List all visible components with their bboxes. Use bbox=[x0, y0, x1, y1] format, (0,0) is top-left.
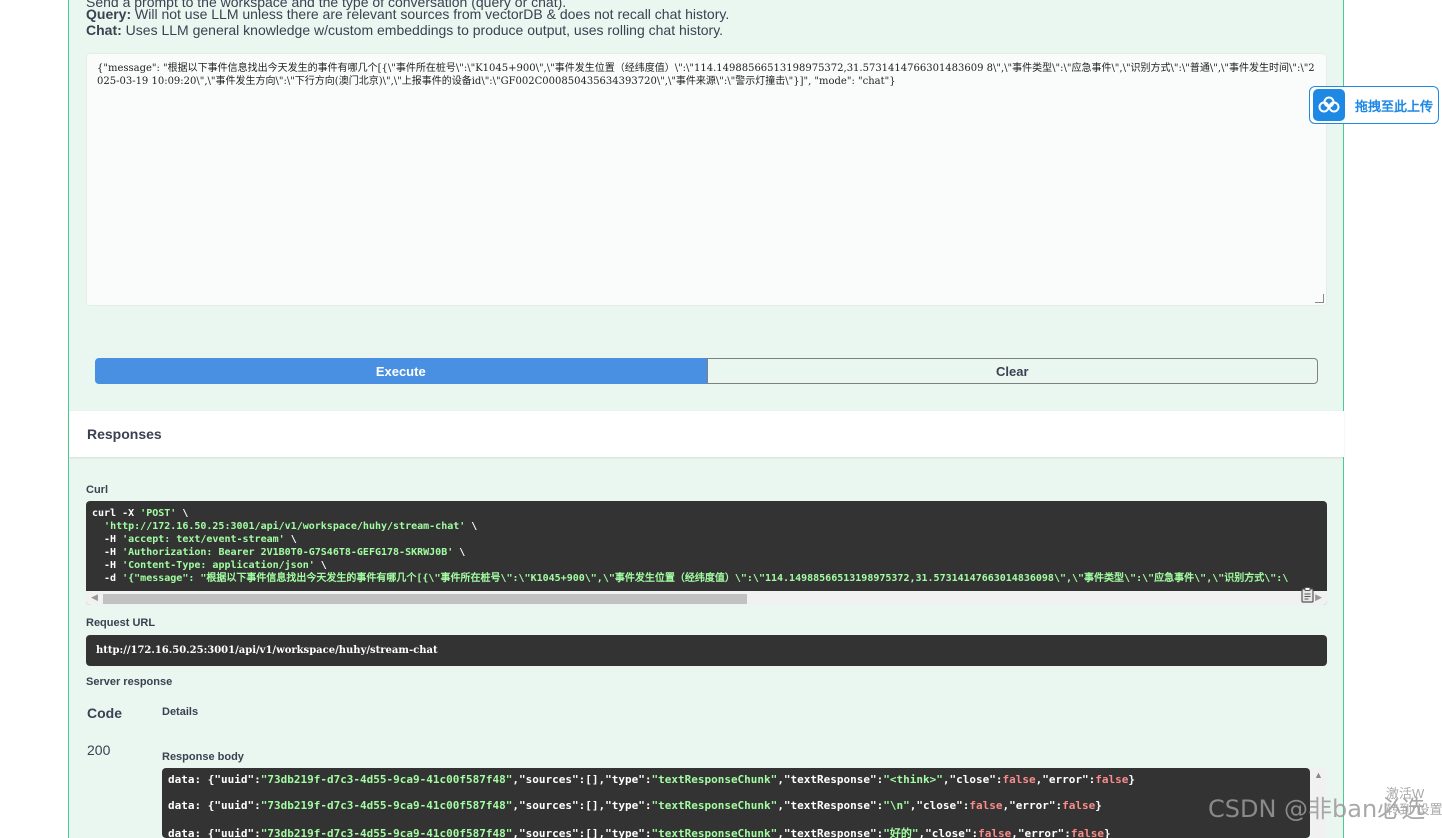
code-column-header: Code bbox=[87, 705, 122, 721]
curl-method: 'POST' bbox=[140, 508, 177, 519]
clear-button[interactable]: Clear bbox=[706, 358, 1318, 384]
chat-text: Uses LLM general knowledge w/custom embe… bbox=[121, 22, 724, 38]
curl-flag-h3: -H bbox=[92, 560, 123, 571]
execute-button[interactable]: Execute bbox=[95, 358, 707, 384]
curl-label: Curl bbox=[86, 484, 108, 496]
scroll-left-icon[interactable]: ◀ bbox=[91, 592, 98, 603]
scrollbar-thumb[interactable] bbox=[103, 594, 747, 604]
scroll-up-icon[interactable]: ▲ bbox=[1314, 770, 1323, 780]
curl-cmd: curl -X bbox=[92, 508, 141, 519]
response-line: data: {"uuid":"73db219f-d7c3-4d55-9ca9-4… bbox=[168, 773, 1135, 786]
curl-flag-h1: -H bbox=[92, 534, 123, 545]
activate-line1: 激活W bbox=[1386, 786, 1425, 801]
description-chat: Chat: Uses LLM general knowledge w/custo… bbox=[86, 22, 723, 38]
response-line: data: {"uuid":"73db219f-d7c3-4d55-9ca9-4… bbox=[168, 799, 1102, 812]
response-status-code: 200 bbox=[87, 742, 111, 758]
resize-handle-icon[interactable] bbox=[1315, 294, 1324, 303]
query-text: Will not use LLM unless there are releva… bbox=[131, 6, 730, 22]
action-buttons: Execute Clear bbox=[95, 358, 1318, 384]
drag-upload-badge[interactable]: 拖拽至此上传 bbox=[1309, 86, 1439, 124]
request-url-label: Request URL bbox=[86, 617, 156, 629]
curl-flag-h2: -H bbox=[92, 547, 123, 558]
activate-windows-notice: 激活W 转到"设置 bbox=[1386, 786, 1442, 818]
request-url-value[interactable]: http://172.16.50.25:3001/api/v1/workspac… bbox=[96, 645, 438, 656]
curl-flag-d: -d bbox=[92, 573, 123, 584]
request-url-box: http://172.16.50.25:3001/api/v1/workspac… bbox=[86, 635, 1327, 666]
responses-header: Responses bbox=[69, 411, 1344, 457]
request-body-textarea[interactable]: {"message": "根据以下事件信息找出今天发生的事件有哪几个[{\"事件… bbox=[86, 53, 1327, 306]
response-body-block[interactable]: data: {"uuid":"73db219f-d7c3-4d55-9ca9-4… bbox=[162, 768, 1310, 838]
curl-header-content-type: 'Content-Type: application/json' bbox=[122, 560, 315, 571]
curl-url: 'http://172.16.50.25:3001/api/v1/workspa… bbox=[104, 521, 466, 532]
curl-header-auth: 'Authorization: Bearer 2V1B0T0-G7S46T8-G… bbox=[122, 547, 454, 558]
curl-line1-tail: \ bbox=[176, 508, 189, 519]
curl-code-block[interactable]: curl -X 'POST' \ 'http://172.16.50.25:30… bbox=[86, 501, 1327, 605]
description-query: Query: Will not use LLM unless there are… bbox=[86, 6, 729, 22]
activate-line2: 转到"设置 bbox=[1386, 802, 1442, 817]
curl-header-accept: 'accept: text/event-stream' bbox=[122, 534, 285, 545]
request-body-text: {"message": "根据以下事件信息找出今天发生的事件有哪几个[{\"事件… bbox=[97, 63, 1315, 87]
server-response-label: Server response bbox=[86, 676, 173, 688]
query-label: Query: bbox=[86, 6, 132, 22]
curl-horizontal-scrollbar[interactable]: ◀ ▶ bbox=[86, 591, 1327, 605]
copy-to-clipboard-icon[interactable] bbox=[1299, 586, 1317, 604]
response-body-label: Response body bbox=[162, 751, 244, 763]
curl-code: curl -X 'POST' \ 'http://172.16.50.25:30… bbox=[92, 508, 1289, 584]
response-line: data: {"uuid":"73db219f-d7c3-4d55-9ca9-4… bbox=[168, 827, 1111, 838]
curl-data: '{"message": "根据以下事件信息找出今天发生的事件有哪几个[{\"事… bbox=[122, 573, 1289, 584]
details-column-header: Details bbox=[162, 706, 199, 718]
upload-badge-label: 拖拽至此上传 bbox=[1355, 98, 1434, 114]
responses-title: Responses bbox=[87, 426, 162, 442]
chat-label: Chat: bbox=[86, 22, 122, 38]
cloud-upload-icon bbox=[1313, 89, 1345, 121]
